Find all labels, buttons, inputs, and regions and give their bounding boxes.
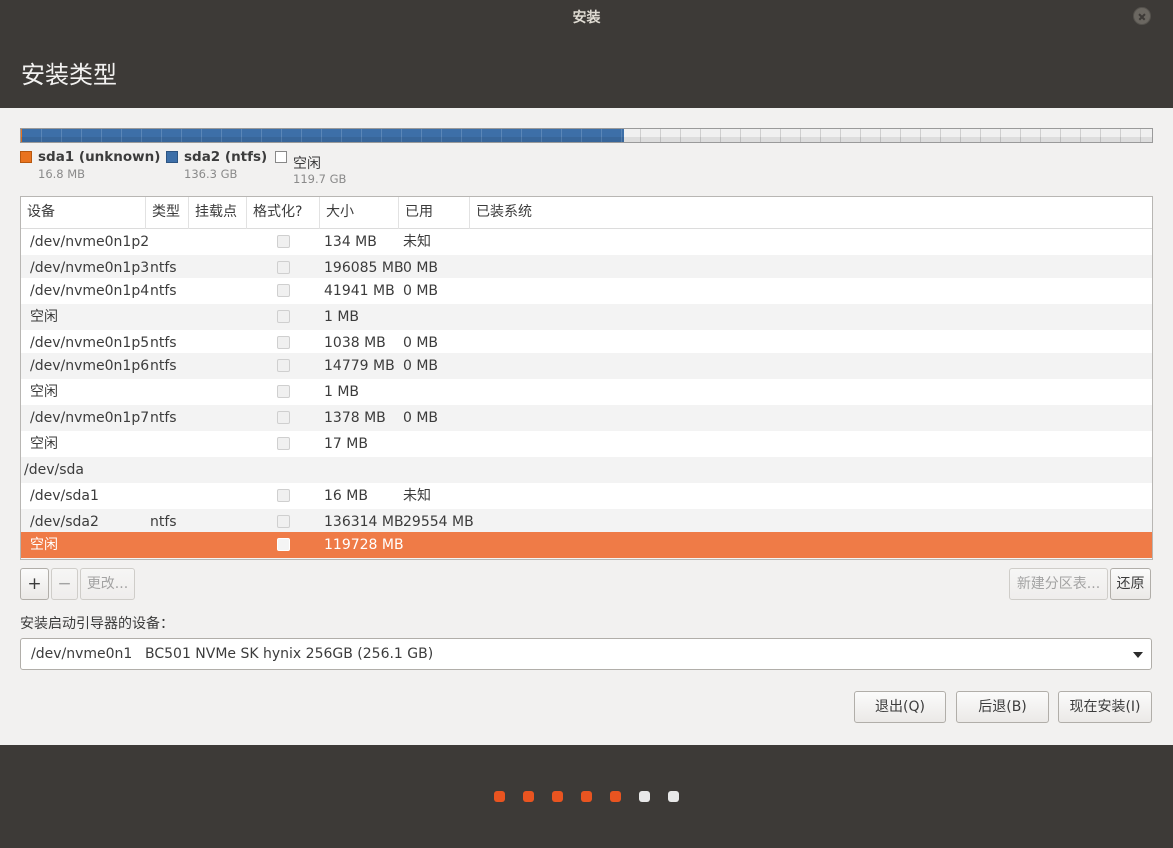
legend-size: 16.8 MB	[38, 167, 86, 181]
table-row[interactable]: 空闲 119728 MB	[21, 532, 1152, 558]
page-title: 安装类型	[21, 61, 117, 89]
window-title: 安装	[572, 10, 601, 26]
progress-dot-complete	[523, 791, 534, 802]
cell-size: 16 MB	[324, 488, 368, 504]
column-header-system[interactable]: 已装系统	[470, 197, 1152, 229]
column-header-type[interactable]: 类型	[146, 197, 189, 229]
progress-footer	[0, 745, 1173, 848]
progress-dot-complete	[610, 791, 621, 802]
legend-swatch-ntfs	[166, 151, 178, 163]
format-checkbox[interactable]	[277, 385, 290, 398]
quit-button[interactable]: 退出(Q)	[854, 691, 946, 723]
cell-used: 0 MB	[403, 410, 439, 426]
cell-device: 空闲	[30, 384, 58, 400]
cell-size: 119728 MB	[324, 537, 404, 553]
column-header-mount[interactable]: 挂载点	[189, 197, 247, 229]
remove-partition-button[interactable]: −	[51, 568, 78, 600]
format-checkbox[interactable]	[277, 437, 290, 450]
cell-size: 17 MB	[324, 436, 368, 452]
partition-bar	[20, 128, 1153, 143]
column-header-format[interactable]: 格式化?	[247, 197, 320, 229]
format-checkbox[interactable]	[277, 411, 290, 424]
cell-size: 134 MB	[324, 234, 377, 250]
cell-device: /dev/sda	[24, 462, 84, 478]
page-header: 安装类型	[0, 32, 1173, 108]
table-header: 设备 类型 挂载点 格式化? 大小 已用 已装系统	[21, 197, 1152, 229]
format-checkbox[interactable]	[277, 489, 290, 502]
cell-used: 0 MB	[403, 358, 439, 374]
cell-size: 1 MB	[324, 384, 360, 400]
column-header-size[interactable]: 大小	[320, 197, 399, 229]
cell-device: /dev/nvme0n1p6	[30, 358, 150, 374]
legend-name: 空闲	[293, 156, 321, 172]
cell-device: /dev/nvme0n1p7	[30, 410, 150, 426]
format-checkbox[interactable]	[277, 515, 290, 528]
format-checkbox[interactable]	[277, 538, 290, 551]
table-row[interactable]: /dev/sda1 16 MB 未知	[21, 483, 1152, 509]
column-header-used[interactable]: 已用	[399, 197, 470, 229]
cell-device: /dev/nvme0n1p4	[30, 283, 150, 299]
bootloader-label: 安装启动引导器的设备：	[20, 616, 174, 632]
format-checkbox[interactable]	[277, 235, 290, 248]
close-icon[interactable]	[1133, 7, 1151, 25]
progress-dot-pending	[639, 791, 650, 802]
revert-button[interactable]: 还原	[1110, 568, 1151, 600]
main-content: sda1 (unknown) 16.8 MB sda2 (ntfs) 136.3…	[0, 108, 1173, 745]
format-checkbox[interactable]	[277, 261, 290, 274]
table-row[interactable]: 空闲 1 MB	[21, 304, 1152, 330]
legend-size: 136.3 GB	[184, 167, 238, 181]
window-titlebar: 安装	[0, 0, 1173, 32]
table-row[interactable]: /dev/nvme0n1p4 ntfs 41941 MB 0 MB	[21, 278, 1152, 304]
cell-type: ntfs	[150, 283, 177, 299]
chevron-down-icon	[1133, 652, 1143, 658]
bootloader-device-select[interactable]: /dev/nvme0n1 BC501 NVMe SK hynix 256GB (…	[20, 638, 1152, 670]
cell-device: 空闲	[30, 537, 58, 553]
table-row[interactable]: /dev/sda	[21, 457, 1152, 483]
cell-type: ntfs	[150, 410, 177, 426]
add-partition-button[interactable]: +	[20, 568, 49, 600]
progress-dot-complete	[581, 791, 592, 802]
column-header-device[interactable]: 设备	[21, 197, 146, 229]
cell-size: 1378 MB	[324, 410, 386, 426]
cell-device: 空闲	[30, 309, 58, 325]
table-row[interactable]: /dev/nvme0n1p6 ntfs 14779 MB 0 MB	[21, 353, 1152, 379]
legend-size: 119.7 GB	[293, 172, 347, 186]
legend-name: sda1 (unknown)	[38, 149, 161, 165]
bootloader-model: BC501 NVMe SK hynix 256GB (256.1 GB)	[145, 646, 434, 662]
format-checkbox[interactable]	[277, 310, 290, 323]
cell-size: 41941 MB	[324, 283, 395, 299]
change-partition-button[interactable]: 更改...	[80, 568, 135, 600]
table-row[interactable]: /dev/nvme0n1p2 134 MB 未知	[21, 229, 1152, 255]
format-checkbox[interactable]	[277, 336, 290, 349]
legend-swatch-free	[275, 151, 287, 163]
format-checkbox[interactable]	[277, 359, 290, 372]
cell-size: 14779 MB	[324, 358, 395, 374]
table-row[interactable]: 空闲 17 MB	[21, 431, 1152, 457]
format-checkbox[interactable]	[277, 284, 290, 297]
progress-dot-complete	[552, 791, 563, 802]
install-now-button[interactable]: 现在安装(I)	[1058, 691, 1152, 723]
partition-table: 设备 类型 挂载点 格式化? 大小 已用 已装系统 /dev/nvme0n1p2…	[20, 196, 1153, 560]
progress-dot-complete	[494, 791, 505, 802]
cell-type: ntfs	[150, 358, 177, 374]
table-row[interactable]: /dev/nvme0n1p7 ntfs 1378 MB 0 MB	[21, 405, 1152, 431]
partition-bar-shade	[21, 137, 1152, 142]
cell-device: /dev/nvme0n1p2	[30, 234, 150, 250]
new-partition-table-button[interactable]: 新建分区表...	[1009, 568, 1108, 600]
legend-name: sda2 (ntfs)	[184, 149, 268, 165]
progress-dot-pending	[668, 791, 679, 802]
cell-device: 空闲	[30, 436, 58, 452]
table-row[interactable]: 空闲 1 MB	[21, 379, 1152, 405]
cell-used: 未知	[403, 488, 431, 504]
bootloader-device: /dev/nvme0n1	[31, 646, 133, 662]
cell-device: /dev/sda1	[30, 488, 99, 504]
cell-used: 0 MB	[403, 283, 439, 299]
legend-swatch-unknown	[20, 151, 32, 163]
back-button[interactable]: 后退(B)	[956, 691, 1049, 723]
cell-used: 未知	[403, 234, 431, 250]
cell-size: 1 MB	[324, 309, 360, 325]
